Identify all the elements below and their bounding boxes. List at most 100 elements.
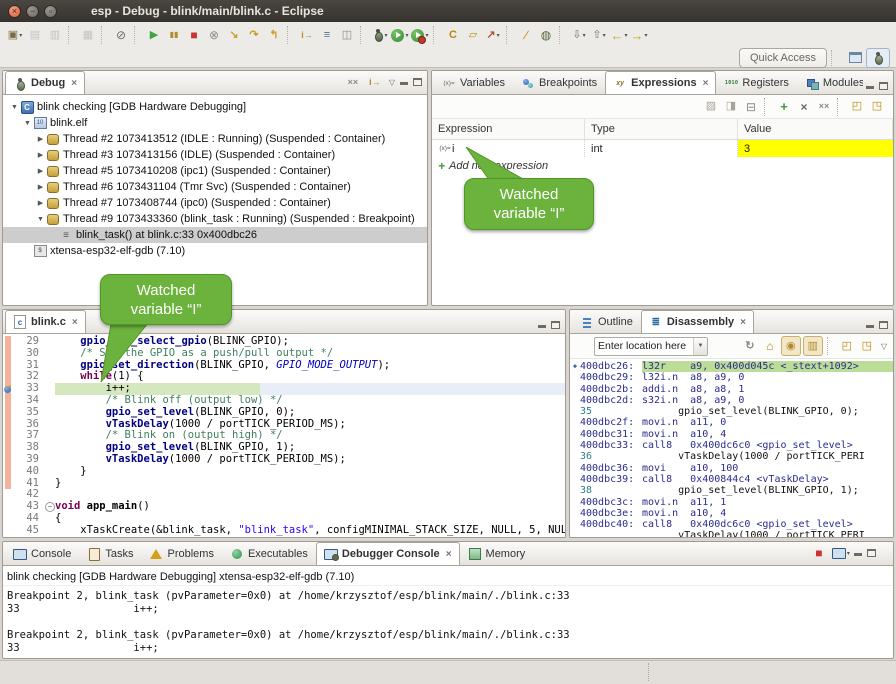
resume-button[interactable]: ▶ — [145, 26, 163, 44]
tab-close-icon[interactable]: × — [71, 78, 77, 89]
column-header-expression[interactable]: Expression — [432, 119, 585, 139]
debug-tree-item[interactable]: ▶Thread #5 1073410208 (ipc1) (Suspended … — [3, 163, 427, 179]
column-header-value[interactable]: Value — [738, 119, 893, 139]
show-logical-structure-button[interactable]: ◨ — [722, 98, 740, 116]
run-launch-button[interactable]: ▾ — [391, 26, 409, 44]
minimize-icon[interactable] — [865, 81, 876, 91]
console-tab-problems[interactable]: Problems — [141, 542, 221, 565]
tree-expander-icon[interactable]: ▼ — [9, 104, 20, 111]
debug-launch-button[interactable]: ▾ — [371, 26, 389, 44]
code-line[interactable]: 40 } — [3, 466, 565, 478]
code-line[interactable]: } — [3, 537, 565, 538]
tab-close-icon[interactable]: × — [740, 317, 746, 328]
remove-all-expressions-button[interactable]: ×× — [815, 98, 833, 116]
add-expression-button[interactable]: + — [775, 98, 793, 116]
maximize-icon[interactable] — [412, 77, 423, 87]
minimize-icon[interactable] — [865, 320, 876, 330]
expressions-tab-breakpoints[interactable]: Breakpoints — [513, 71, 605, 94]
disassembly-line[interactable]: 36 vTaskDelay(1000 / portTICK_PERI — [570, 451, 893, 462]
console-tab-executables[interactable]: Executables — [222, 542, 316, 565]
console-tab-debugger-console[interactable]: Debugger Console× — [316, 542, 460, 565]
view-menu-icon[interactable]: ▽ — [387, 78, 397, 87]
launch-target-button[interactable]: ↗▾ — [484, 26, 502, 44]
show-debug-sourcelookup-button[interactable]: ≡ — [318, 26, 336, 44]
disassembly-tab-disassembly[interactable]: ≣Disassembly× — [641, 310, 754, 333]
dropdown-arrow-icon[interactable]: ▾ — [19, 32, 22, 39]
code-line[interactable]: 41} — [3, 478, 565, 490]
debug-perspective-button[interactable] — [866, 48, 890, 68]
minimize-icon[interactable] — [537, 320, 548, 330]
disassembly-line[interactable]: 35 gpio_set_level(BLINK_GPIO, 0); — [570, 406, 893, 417]
sync-active-context-button[interactable]: ◉ — [781, 336, 801, 356]
save-all-button[interactable]: ▥ — [46, 26, 64, 44]
new-wizard-button[interactable]: ▣▾ — [6, 26, 24, 44]
back-button[interactable]: ←▾ — [610, 26, 628, 44]
debug-tree-item[interactable]: ▶Thread #6 1073431104 (Tmr Svc) (Suspend… — [3, 179, 427, 195]
expressions-tab-modules[interactable]: Modules — [797, 71, 863, 94]
debug-tab-debug[interactable]: Debug× — [5, 71, 85, 94]
new-disassembly-view-button[interactable]: ◰ — [838, 337, 856, 355]
disassembly-line[interactable]: 38 gpio_set_level(BLINK_GPIO, 1); — [570, 485, 893, 496]
console-output[interactable]: Breakpoint 2, blink_task (pvParameter=0x… — [3, 586, 893, 655]
new-c-element-button[interactable]: C — [444, 26, 462, 44]
use-step-filters-button[interactable]: ◫ — [338, 26, 356, 44]
debug-tree-item[interactable]: ▼Cblink checking [GDB Hardware Debugging… — [3, 99, 427, 115]
dropdown-arrow-icon[interactable]: ▾ — [847, 550, 850, 557]
tab-close-icon[interactable]: × — [72, 317, 78, 328]
go-to-last-edit-button[interactable]: ⇧▾ — [590, 26, 608, 44]
tree-expander-icon[interactable]: ▶ — [35, 199, 46, 207]
external-tools-button[interactable]: ▾ — [411, 26, 429, 44]
open-resource-button[interactable]: ▱ — [464, 26, 482, 44]
disassembly-line[interactable]: 400dbc40:call8 0x400dc6c0 <gpio_set_leve… — [570, 519, 893, 530]
expressions-tab-expressions[interactable]: xyExpressions× — [605, 71, 716, 94]
dropdown-arrow-icon[interactable]: ▾ — [497, 32, 500, 39]
disassembly-line[interactable]: 400dbc2f:movi.n a11, 0 — [570, 417, 893, 428]
debug-tree-item[interactable]: ▶Thread #7 1073408744 (ipc0) (Suspended … — [3, 195, 427, 211]
disassembly-line[interactable]: 400dbc36:movi a10, 100 — [570, 463, 893, 474]
disassembly-line[interactable]: ◆400dbc26:l32r a9, 0x400d045c <_stext+10… — [570, 361, 893, 372]
remove-expression-button[interactable]: × — [795, 98, 813, 116]
code-line[interactable]: 45 xTaskCreate(&blink_task, "blink_task"… — [3, 525, 565, 537]
disconnect-button[interactable]: ⊗ — [205, 26, 223, 44]
instruction-stepping-button[interactable]: i→ — [298, 26, 316, 44]
disassembly-listing[interactable]: ◆400dbc26:l32r a9, 0x400d045c <_stext+10… — [570, 359, 893, 538]
minimize-icon[interactable] — [853, 548, 864, 558]
disassembly-line[interactable]: 400dbc29:l32i.n a8, a9, 0 — [570, 372, 893, 383]
console-tab-memory[interactable]: Memory — [460, 542, 534, 565]
maximize-icon[interactable] — [878, 320, 889, 330]
minimize-icon[interactable] — [399, 77, 410, 87]
terminate-button[interactable]: ■ — [185, 26, 203, 44]
disassembly-line[interactable]: 400dbc3e:movi.n a10, 4 — [570, 508, 893, 519]
code-line[interactable]: 39 vTaskDelay(1000 / portTICK_PERIOD_MS)… — [3, 454, 565, 466]
tree-expander-icon[interactable]: ▶ — [35, 167, 46, 175]
suspend-button[interactable]: ▮▮ — [165, 26, 183, 44]
debug-tree-item[interactable]: ▼Thread #9 1073433360 (blink_task : Runn… — [3, 211, 427, 227]
tab-close-icon[interactable]: × — [446, 549, 452, 560]
step-into-button[interactable]: ↘ — [225, 26, 243, 44]
new-expression-view-button[interactable]: ◰ — [848, 98, 866, 116]
window-minimize-button[interactable]: − — [26, 5, 39, 18]
window-maximize-button[interactable]: ▫ — [44, 5, 57, 18]
save-button[interactable]: ▤ — [26, 26, 44, 44]
fold-marker[interactable] — [44, 501, 55, 513]
console-tab-tasks[interactable]: Tasks — [79, 542, 141, 565]
dropdown-arrow-icon[interactable]: ▾ — [624, 32, 627, 39]
code-editor-area[interactable]: 29 gpio_pad_select_gpio(BLINK_GPIO);30 /… — [3, 334, 565, 538]
console-tab-console[interactable]: Console — [5, 542, 79, 565]
home-button[interactable]: ⌂ — [761, 337, 779, 355]
toggle-mark-occurrences-button[interactable]: ∕ — [517, 26, 535, 44]
dropdown-arrow-icon[interactable]: ▾ — [583, 32, 586, 39]
code-line[interactable]: 43void app_main() — [3, 501, 565, 513]
maximize-icon[interactable] — [550, 320, 561, 330]
step-over-button[interactable]: ↷ — [245, 26, 263, 44]
debug-tree-item[interactable]: ▼10blink.elf — [3, 115, 427, 131]
add-new-expression-row[interactable]: + Add new expression — [432, 157, 893, 174]
pin-view-button[interactable]: ◳ — [858, 337, 876, 355]
step-return-button[interactable]: ↰ — [265, 26, 283, 44]
collapse-all-button[interactable]: ⊟ — [742, 98, 760, 116]
display-selected-console-button[interactable]: ▾ — [832, 544, 850, 562]
expression-row[interactable]: (x)=iint3 — [432, 140, 893, 157]
tree-expander-icon[interactable]: ▼ — [35, 216, 46, 223]
disassembly-line[interactable]: 400dbc33:call8 0x400dc6c0 <gpio_set_leve… — [570, 440, 893, 451]
dropdown-arrow-icon[interactable]: ▾ — [405, 32, 408, 39]
